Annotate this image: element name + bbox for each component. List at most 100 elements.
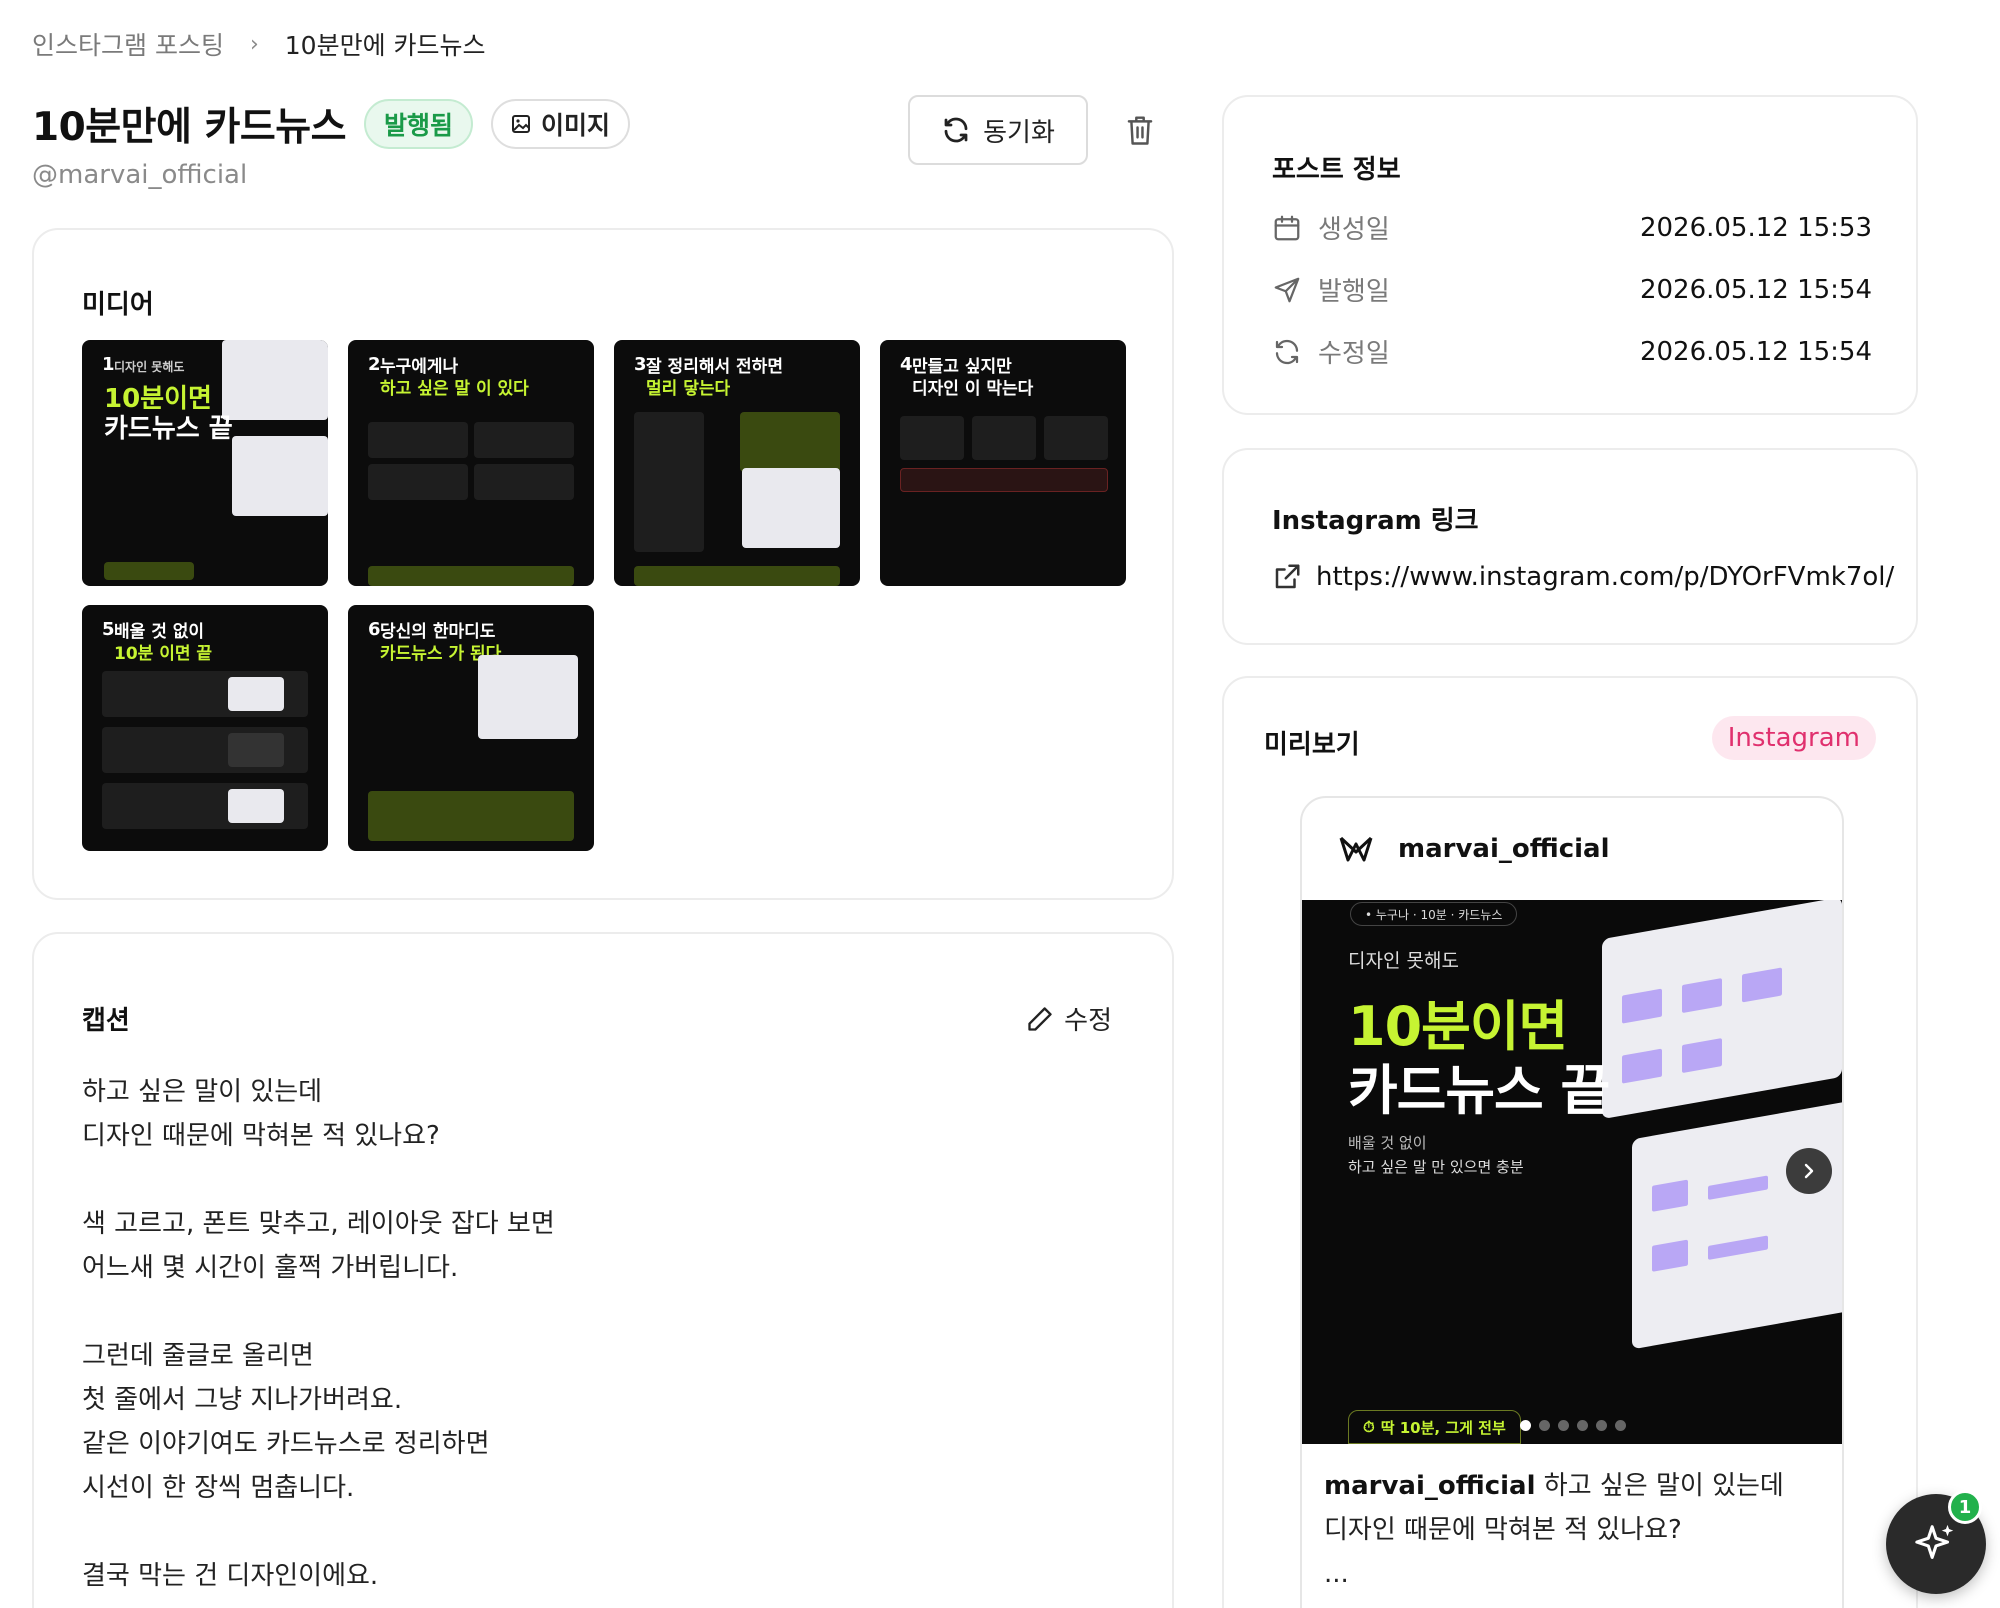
caption-line <box>82 1510 555 1554</box>
screen-mockup <box>1602 900 1842 1120</box>
sync-button[interactable]: 동기화 <box>908 95 1088 165</box>
post-header: marvai_official <box>1302 798 1842 900</box>
chevron-right-icon: › <box>249 31 259 57</box>
breadcrumb-current: 10분만에 카드뉴스 <box>284 31 486 60</box>
carousel-dot[interactable] <box>1615 1420 1626 1431</box>
post-info-card: 포스트 정보 생성일 2026.05.12 15:53 발행일 2026.05.… <box>1222 95 1918 415</box>
carousel-dots <box>1520 1420 1626 1431</box>
image-subtext-2: 하고 싶은 말 만 있으면 충분 <box>1348 1158 1524 1176</box>
thumbnail-number: 6 <box>368 619 381 640</box>
type-badge: 이미지 <box>491 99 631 149</box>
chevron-right-icon <box>1804 1163 1814 1179</box>
caption-line: 결국 막는 건 디자인이에요. <box>82 1561 379 1591</box>
thumbnail-headline: 하고 싶은 말 이 있다 <box>380 379 529 399</box>
instagram-link[interactable]: https://www.instagram.com/p/DYOrFVmk7ol/ <box>1272 562 1894 592</box>
carousel-dot[interactable] <box>1558 1420 1569 1431</box>
published-row: 발행일 2026.05.12 15:54 <box>1272 271 1872 308</box>
thumbnail-number: 1 <box>102 354 115 375</box>
caption-line: 색 고르고, 폰트 맞추고, 레이아웃 잡다 보면 <box>82 1209 555 1239</box>
post-image: • 누구나 · 10분 · 카드뉴스 디자인 못해도 10분이면 카드뉴스 끝 … <box>1302 900 1842 1444</box>
platform-badge: Instagram <box>1711 716 1876 760</box>
refresh-icon <box>1275 339 1299 364</box>
instagram-link-card: Instagram 링크 https://www.instagram.com/p… <box>1222 448 1918 645</box>
caption-line: 첫 줄에서 그냥 지나가버려요. <box>82 1385 403 1415</box>
caption-line: 하고 싶은 말이 있는데 <box>82 1077 323 1107</box>
send-icon <box>1274 277 1300 302</box>
timer-icon: ⏱ <box>1363 1418 1375 1436</box>
page-title: 10분만에 카드뉴스 <box>32 105 347 150</box>
caption-line <box>82 1290 555 1334</box>
caption-text: 하고 싶은 말이 있는데 디자인 때문에 막혀본 적 있나요? 색 고르고, 폰… <box>82 1070 555 1598</box>
caption-more[interactable]: ... <box>1324 1552 1784 1596</box>
caption-line <box>82 1158 555 1202</box>
calendar-icon <box>1274 215 1300 240</box>
sparkle-icon <box>1915 1524 1954 1559</box>
caption-line: 같은 이야기여도 카드뉴스로 정리하면 <box>82 1429 490 1459</box>
type-badge-label: 이미지 <box>541 111 611 140</box>
instagram-link-title: Instagram 링크 <box>1272 506 1479 536</box>
caption-line: 디자인 때문에 막혀본 적 있나요? <box>1324 1515 1682 1545</box>
title-row: 10분만에 카드뉴스 발행됨 이미지 <box>32 96 631 152</box>
instagram-url[interactable]: https://www.instagram.com/p/DYOrFVmk7ol/ <box>1316 562 1894 592</box>
media-thumbnail[interactable]: 5 배울 것 없이 10분 이면 끝 <box>82 605 328 851</box>
caption-username: marvai_official <box>1324 1471 1536 1501</box>
screen-mockup <box>1632 1100 1842 1350</box>
carousel-dot[interactable] <box>1596 1420 1607 1431</box>
post-info-title: 포스트 정보 <box>1272 155 1401 185</box>
created-row: 생성일 2026.05.12 15:53 <box>1272 209 1872 246</box>
carousel-dot[interactable] <box>1539 1420 1550 1431</box>
sync-button-label: 동기화 <box>983 117 1055 148</box>
modified-value: 2026.05.12 15:54 <box>1639 336 1872 367</box>
brand-logo-icon <box>1339 836 1373 862</box>
status-badge: 발행됨 <box>364 99 474 149</box>
published-value: 2026.05.12 15:54 <box>1639 274 1872 305</box>
trash-icon <box>1127 116 1153 145</box>
image-subtext: 배울 것 없이 <box>1348 1134 1427 1152</box>
published-label: 발행일 <box>1318 277 1390 307</box>
caption-line: 그런데 줄글로 올리면 <box>82 1341 314 1371</box>
edit-caption-label: 수정 <box>1064 1006 1112 1036</box>
account-handle: @marvai_official <box>32 160 248 190</box>
image-headline-2: 카드뉴스 끝 <box>1348 1059 1610 1122</box>
external-link-icon <box>1275 564 1300 589</box>
thumbnail-number: 4 <box>900 354 913 375</box>
caption-card: 캡션 수정 하고 싶은 말이 있는데 디자인 때문에 막혀본 적 있나요? 색 … <box>32 932 1174 1608</box>
modified-row: 수정일 2026.05.12 15:54 <box>1272 333 1872 370</box>
breadcrumb: 인스타그램 포스팅 › 10분만에 카드뉴스 <box>32 26 486 62</box>
post-caption: marvai_official 하고 싶은 말이 있는데 디자인 때문에 막혀본… <box>1324 1464 1784 1596</box>
caption-line: 디자인 때문에 막혀본 적 있나요? <box>82 1121 440 1151</box>
media-thumbnail[interactable]: 3 잘 정리해서 전하면 멀리 닿는다 <box>614 340 860 586</box>
media-card: 미디어 1 디자인 못해도 10분이면 카드뉴스 끝 2 누구에게나 하고 싶은… <box>32 228 1174 900</box>
caption-line: 하고 싶은 말이 있는데 <box>1543 1471 1784 1501</box>
carousel-dot[interactable] <box>1577 1420 1588 1431</box>
thumbnail-text: 디자인 못해도 <box>114 360 185 374</box>
image-footer-label: 딱 10분, 그게 전부 <box>1380 1418 1506 1437</box>
created-value: 2026.05.12 15:53 <box>1639 212 1872 243</box>
image-kicker: 디자인 못해도 <box>1348 950 1459 972</box>
image-pill: • 누구나 · 10분 · 카드뉴스 <box>1350 902 1518 926</box>
thumbnail-headline-2: 카드뉴스 끝 <box>104 414 233 444</box>
delete-button[interactable] <box>1118 108 1162 152</box>
media-thumbnail[interactable]: 6 당신의 한마디도 카드뉴스 가 된다 <box>348 605 594 851</box>
caption-line: 어느새 몇 시간이 훌쩍 가버립니다. <box>82 1253 459 1283</box>
thumbnail-headline: 멀리 닿는다 <box>646 379 731 399</box>
thumbnail-number: 5 <box>102 619 115 640</box>
carousel-next-button[interactable] <box>1786 1148 1832 1194</box>
image-icon <box>512 115 531 133</box>
edit-caption-button[interactable]: 수정 <box>1026 1000 1112 1037</box>
media-thumbnail[interactable]: 1 디자인 못해도 10분이면 카드뉴스 끝 <box>82 340 328 586</box>
notification-badge: 1 <box>1948 1490 1982 1524</box>
carousel-dot[interactable] <box>1520 1420 1531 1431</box>
pencil-icon <box>1028 1006 1052 1031</box>
created-label: 생성일 <box>1318 215 1390 245</box>
thumbnail-number: 2 <box>368 354 381 375</box>
media-thumbnail[interactable]: 2 누구에게나 하고 싶은 말 이 있다 <box>348 340 594 586</box>
preview-card: 미리보기 Instagram marvai_official • 누구나 · 1… <box>1222 676 1918 1608</box>
modified-label: 수정일 <box>1318 339 1390 369</box>
image-footer: ⏱ 딱 10분, 그게 전부 <box>1348 1410 1521 1444</box>
refresh-icon <box>944 117 968 143</box>
breadcrumb-parent-link[interactable]: 인스타그램 포스팅 <box>32 26 224 62</box>
media-thumbnail[interactable]: 4 만들고 싶지만 디자인 이 막는다 <box>880 340 1126 586</box>
media-title: 미디어 <box>82 290 154 320</box>
caption-line: 시선이 한 장씩 멈춥니다. <box>82 1473 355 1503</box>
